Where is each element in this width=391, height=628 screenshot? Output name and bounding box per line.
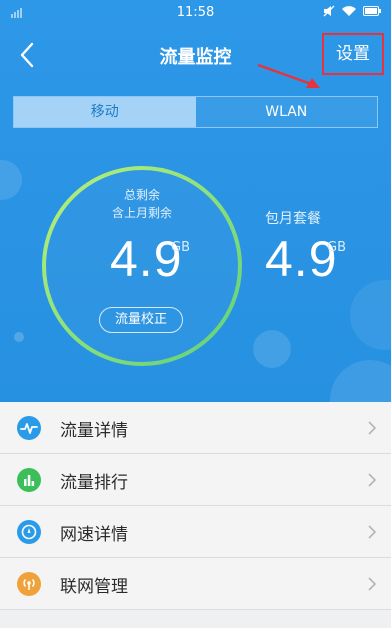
list-item-label: 流量排行 <box>60 473 128 493</box>
feature-list: 流量详情 流量排行 网速详情 联网管理 <box>0 402 391 610</box>
list-item-label: 流量详情 <box>60 421 128 441</box>
chevron-right-icon <box>368 421 377 435</box>
speed-icon <box>17 520 41 544</box>
decor-bubble <box>0 160 22 200</box>
decor-bubble <box>330 360 391 402</box>
settings-button[interactable]: 设置 <box>322 33 384 75</box>
mute-icon <box>323 5 335 17</box>
decor-bubble <box>350 280 391 350</box>
monthly-plan-value: 4.9 <box>265 231 338 287</box>
list-item-label: 联网管理 <box>60 577 128 597</box>
decor-bubble <box>253 330 291 368</box>
tab-wlan[interactable]: WLAN <box>195 97 377 127</box>
monthly-plan-unit: GB <box>327 240 346 255</box>
remaining-value: 4.9 <box>110 231 183 287</box>
status-bar: 11:58 <box>0 0 391 26</box>
pulse-icon <box>17 416 41 440</box>
decor-bubble <box>14 332 24 342</box>
remaining-sublabel: 含上月剩余 <box>111 206 172 220</box>
annotation-arrow <box>257 63 320 88</box>
chevron-right-icon <box>368 525 377 539</box>
chevron-right-icon <box>368 473 377 487</box>
remaining-unit: GB <box>171 240 190 255</box>
monthly-plan-label: 包月套餐 <box>265 211 321 227</box>
list-item-network-management[interactable]: 联网管理 <box>0 558 391 610</box>
remaining-label: 总剩余 <box>123 188 160 202</box>
list-item-traffic-ranking[interactable]: 流量排行 <box>0 454 391 506</box>
list-item-speed-details[interactable]: 网速详情 <box>0 506 391 558</box>
chevron-right-icon <box>368 577 377 591</box>
broadcast-icon <box>17 572 41 596</box>
network-tabs: 移动 WLAN <box>13 96 378 128</box>
tab-mobile[interactable]: 移动 <box>14 97 196 127</box>
nav-bar: 流量监控 设置 <box>0 30 391 88</box>
hero-panel: 11:58 流量监控 设置 移动 WLAN 总剩余 含上月剩余 4.9 GB 流… <box>0 0 391 402</box>
calibrate-button[interactable]: 流量校正 <box>99 307 183 333</box>
list-item-traffic-details[interactable]: 流量详情 <box>0 402 391 454</box>
list-item-label: 网速详情 <box>60 525 128 545</box>
battery-icon <box>363 6 381 16</box>
wifi-icon <box>342 6 356 16</box>
bar-chart-icon <box>17 468 41 492</box>
